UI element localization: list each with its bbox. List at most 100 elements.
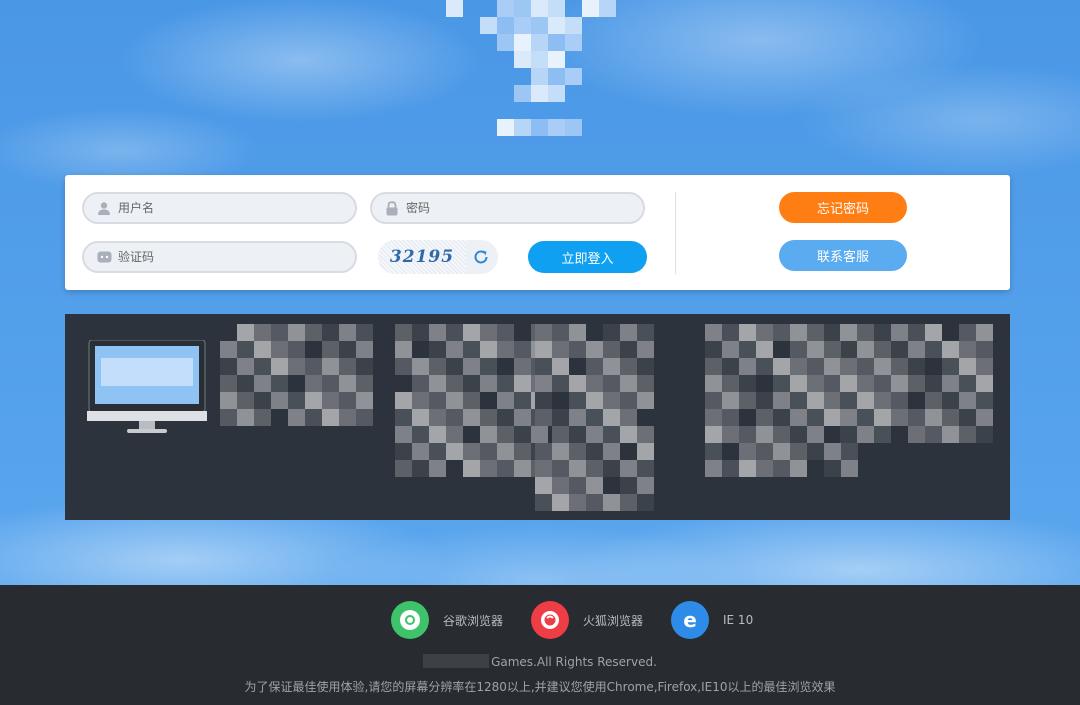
mosaic-pixel — [637, 426, 654, 443]
mosaic-pixel — [739, 460, 756, 477]
logo-pixel — [497, 0, 514, 17]
mosaic-pixel — [637, 358, 654, 375]
mosaic-pixel — [254, 324, 271, 341]
mosaic-pixel — [271, 375, 288, 392]
contact-support-button[interactable]: 联系客服 — [779, 240, 907, 271]
mosaic-pixel — [857, 375, 874, 392]
logo-pixel — [582, 0, 599, 17]
mosaic-pixel — [620, 426, 637, 443]
mosaic-pixel — [807, 375, 824, 392]
mosaic-pixel — [840, 358, 857, 375]
captcha-field[interactable] — [82, 241, 357, 273]
captcha-input[interactable] — [118, 250, 318, 264]
browser-label: 谷歌浏览器 — [443, 613, 504, 628]
logo-pixel — [514, 119, 531, 136]
mosaic-pixel — [637, 392, 654, 409]
username-field[interactable] — [82, 192, 357, 224]
logo-pixel — [514, 17, 531, 34]
logo-pixel — [565, 34, 582, 51]
mosaic-pixel — [739, 358, 756, 375]
mosaic-pixel — [220, 409, 237, 426]
mosaic-pixel — [497, 375, 514, 392]
mosaic-pixel — [874, 426, 891, 443]
mosaic-pixel — [756, 409, 773, 426]
mosaic-pixel — [322, 358, 339, 375]
mosaic-pixel — [569, 426, 586, 443]
promo-banner — [65, 314, 1010, 520]
password-field[interactable] — [370, 192, 645, 224]
mosaic-pixel — [569, 375, 586, 392]
mosaic-pixel — [412, 409, 429, 426]
browser-firefox[interactable]: 火狐浏览器 — [531, 601, 643, 639]
mosaic-pixel — [535, 443, 552, 460]
mosaic-pixel — [976, 324, 993, 341]
copyright: Games.All Rights Reserved. — [0, 654, 1080, 669]
mosaic-pixel — [569, 477, 586, 494]
mosaic-pixel — [942, 358, 959, 375]
password-input[interactable] — [406, 201, 606, 215]
mosaic-pixel — [322, 409, 339, 426]
mosaic-pixel — [322, 341, 339, 358]
mosaic-pixel — [497, 460, 514, 477]
mosaic-pixel — [586, 358, 603, 375]
mosaic-pixel — [773, 426, 790, 443]
mosaic-pixel — [254, 375, 271, 392]
mosaic-pixel — [824, 375, 841, 392]
mosaic-pixel — [841, 443, 858, 460]
mosaic-pixel — [288, 409, 305, 426]
logo-pixel — [531, 34, 548, 51]
mosaic-pixel — [237, 324, 254, 341]
mosaic-pixel — [356, 358, 373, 375]
mosaic-pixel — [395, 324, 412, 341]
browser-ie[interactable]: e IE 10 — [671, 601, 753, 639]
browser-chrome[interactable]: 谷歌浏览器 — [391, 601, 503, 639]
mosaic-pixel — [959, 409, 976, 426]
mosaic-pixel — [535, 392, 552, 409]
mosaic-pixel — [535, 477, 552, 494]
logo-pixel — [514, 51, 531, 68]
mosaic-pixel — [463, 443, 480, 460]
mosaic-pixel — [857, 358, 874, 375]
mosaic-pixel — [739, 375, 756, 392]
mosaic-pixel — [395, 443, 412, 460]
mosaic-pixel — [552, 443, 569, 460]
mosaic-pixel — [322, 324, 339, 341]
refresh-icon[interactable] — [466, 242, 496, 272]
mosaic-pixel — [857, 392, 874, 409]
mosaic-pixel — [908, 409, 925, 426]
mosaic-pixel — [790, 392, 807, 409]
mosaic-pixel — [446, 341, 463, 358]
mosaic-pixel — [552, 375, 569, 392]
mosaic-pixel — [586, 392, 603, 409]
mosaic-pixel — [603, 375, 620, 392]
svg-text:e: e — [683, 608, 697, 632]
mosaic-pixel — [429, 341, 446, 358]
mosaic-pixel — [942, 426, 959, 443]
mosaic-pixel — [356, 409, 373, 426]
forgot-password-button[interactable]: 忘记密码 — [779, 192, 907, 223]
logo-pixel — [531, 85, 548, 102]
mosaic-pixel — [446, 392, 463, 409]
ie-icon: e — [671, 601, 709, 639]
mosaic-pixel — [254, 409, 271, 426]
browser-list: 谷歌浏览器 火狐浏览器 e IE 10 — [0, 601, 1080, 641]
mosaic-pixel — [857, 324, 874, 341]
mosaic-pixel — [603, 324, 620, 341]
mosaic-pixel — [586, 341, 603, 358]
mosaic-pixel — [790, 375, 807, 392]
mosaic-pixel — [773, 375, 790, 392]
mosaic-pixel — [773, 443, 790, 460]
mosaic-pixel — [305, 375, 322, 392]
site-logo — [446, 0, 618, 140]
mosaic-pixel — [908, 358, 925, 375]
mosaic-pixel — [429, 443, 446, 460]
mosaic-pixel — [824, 392, 841, 409]
mosaic-pixel — [841, 460, 858, 477]
mosaic-pixel — [840, 409, 857, 426]
username-input[interactable] — [118, 201, 318, 215]
browser-notice: 为了保证最佳使用体验,请您的屏幕分辨率在1280以上,并建议您使用Chrome,… — [244, 680, 836, 694]
login-button[interactable]: 立即登入 — [528, 241, 647, 273]
mosaic-pixel — [480, 341, 497, 358]
captcha-image[interactable]: 32195 — [378, 240, 466, 274]
logo-pixel — [548, 119, 565, 136]
